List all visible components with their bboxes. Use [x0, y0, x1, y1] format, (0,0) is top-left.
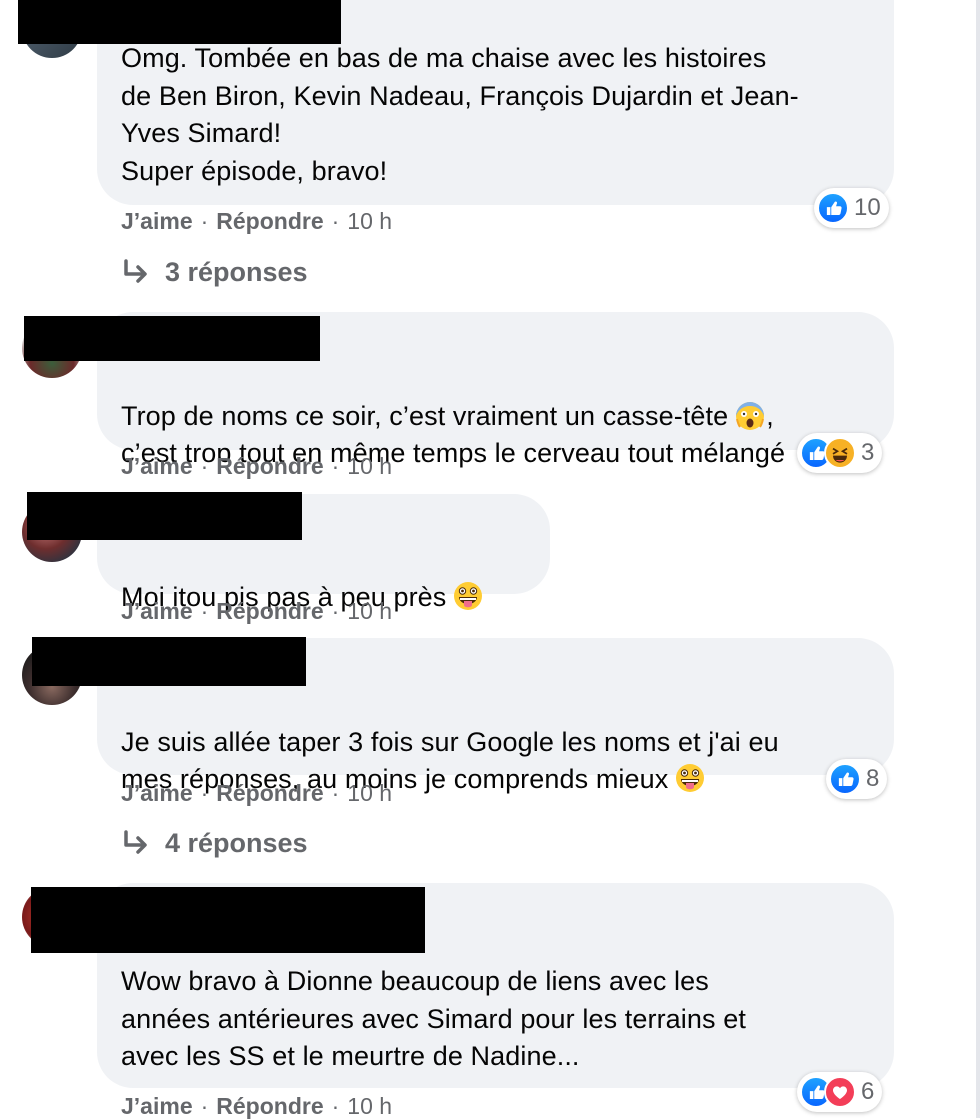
comment-text-part: , [766, 400, 774, 431]
reaction-summary[interactable]: 3 [797, 433, 883, 473]
timestamp[interactable]: 10 h [347, 598, 392, 625]
reply-link[interactable]: Répondre [216, 208, 323, 235]
comment-actions: J’aime · Répondre · 10 h [121, 1093, 393, 1120]
like-reaction-icon [829, 763, 861, 795]
redacted-author-name [18, 0, 341, 44]
tongue-emoji-icon [452, 580, 484, 612]
reaction-count: 8 [866, 765, 880, 792]
redacted-author-name [32, 637, 306, 686]
reply-link[interactable]: Répondre [216, 780, 323, 807]
like-link[interactable]: J’aime [121, 598, 193, 625]
redacted-author-name [27, 492, 302, 540]
timestamp[interactable]: 10 h [347, 780, 392, 807]
like-link[interactable]: J’aime [121, 780, 193, 807]
like-link[interactable]: J’aime [121, 453, 193, 480]
reply-arrow-icon [124, 258, 147, 283]
reaction-count: 3 [861, 439, 875, 466]
comment-text: Omg. Tombée en bas de ma chaise avec les… [121, 43, 799, 186]
view-replies-link[interactable]: 3 réponses [121, 257, 308, 288]
reaction-count: 10 [854, 194, 881, 221]
replies-count-label: 3 réponses [165, 257, 308, 287]
reaction-summary[interactable]: 8 [826, 759, 888, 799]
love-reaction-icon [824, 1076, 856, 1108]
comment-text-part: Je suis allée taper 3 fois sur Google le… [121, 726, 779, 757]
timestamp[interactable]: 10 h [347, 1093, 392, 1120]
reaction-summary[interactable]: 6 [797, 1072, 883, 1112]
reply-arrow-icon [124, 829, 147, 854]
timestamp[interactable]: 10 h [347, 453, 392, 480]
haha-reaction-icon [824, 437, 856, 469]
comment-actions: J’aime · Répondre · 10 h [121, 780, 393, 807]
like-reaction-icon [817, 192, 849, 224]
replies-count-label: 4 réponses [165, 828, 308, 858]
comment-text-part: Trop de noms ce soir, c’est vraiment un … [121, 400, 729, 431]
like-link[interactable]: J’aime [121, 1093, 193, 1120]
reaction-summary[interactable]: 10 [814, 188, 889, 228]
reaction-count: 6 [861, 1078, 875, 1105]
redacted-author-name [31, 887, 425, 953]
reply-link[interactable]: Répondre [216, 453, 323, 480]
tongue-emoji-icon [674, 762, 706, 794]
comment-actions: J’aime · Répondre · 10 h [121, 208, 393, 235]
view-replies-link[interactable]: 4 réponses [121, 828, 308, 859]
comment-actions: J’aime · Répondre · 10 h [121, 598, 393, 625]
redacted-author-name [24, 316, 320, 361]
comment-text: Wow bravo à Dionne beaucoup de liens ave… [121, 966, 746, 1071]
comment-actions: J’aime · Répondre · 10 h [121, 453, 393, 480]
reply-link[interactable]: Répondre [216, 598, 323, 625]
scrollbar-track[interactable] [976, 0, 980, 1118]
timestamp[interactable]: 10 h [347, 208, 392, 235]
like-link[interactable]: J’aime [121, 208, 193, 235]
reply-link[interactable]: Répondre [216, 1093, 323, 1120]
scream-emoji-icon [734, 399, 766, 431]
